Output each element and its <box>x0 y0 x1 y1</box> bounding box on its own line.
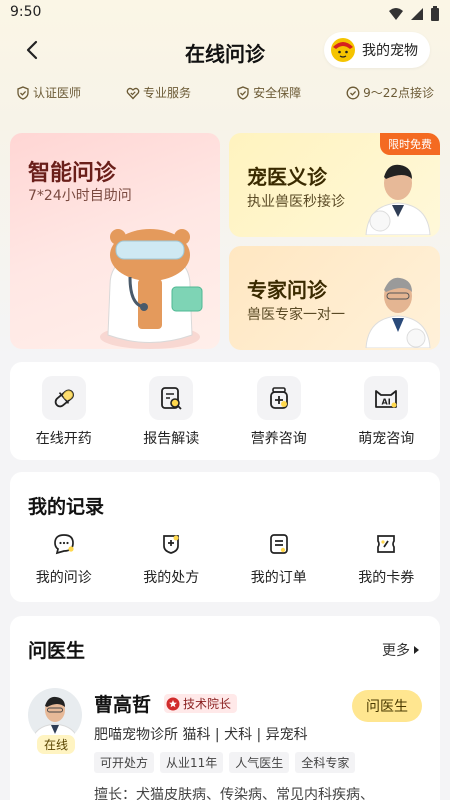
doctor-rank-badge: 技术院长 <box>164 694 238 713</box>
nav-bar: 在线问诊 我的宠物 <box>0 30 450 70</box>
doctor-tags: 可开处方 从业11年 人气医生 全科专家 <box>94 752 356 773</box>
smart-consult-banner[interactable]: 智能问诊 7*24小时自助问 <box>10 133 220 349</box>
bear-doctor-mascot-icon <box>100 229 203 349</box>
banner-subtitle: 执业兽医秒接诊 <box>247 194 345 210</box>
caret-right-icon <box>414 646 419 654</box>
doctor-rank-label: 技术院长 <box>183 697 232 711</box>
prescription-shield-icon <box>157 530 185 558</box>
badge-label: 安全保障 <box>253 86 302 100</box>
doctor-clinic-info: 肥喵宠物诊所 猫科 | 犬科 | 异宠科 <box>94 727 308 743</box>
services-card: 在线开药 报告解读 营养咨询 AI 萌宠咨询 <box>10 362 440 460</box>
badge-label: 认证医师 <box>33 86 82 100</box>
record-label: 我的处方 <box>143 570 200 586</box>
doctor-tag: 从业11年 <box>160 752 224 773</box>
badge-label: 专业服务 <box>143 86 192 100</box>
badge-hours: 9～22点接诊 <box>346 84 434 101</box>
banner-subtitle: 7*24小时自助问 <box>28 188 132 204</box>
record-label: 我的问诊 <box>35 570 92 586</box>
record-my-prescriptions[interactable]: 我的处方 <box>121 530 221 587</box>
my-pet-label: 我的宠物 <box>362 43 418 59</box>
check-circle-icon <box>346 86 360 99</box>
record-my-orders[interactable]: 我的订单 <box>229 530 329 587</box>
online-status-badge: 在线 <box>36 734 77 755</box>
trust-badges: 认证医师 专业服务 安全保障 9～22点接诊 <box>16 84 434 101</box>
order-list-icon <box>265 530 293 558</box>
service-report-reading[interactable]: 报告解读 <box>121 376 221 448</box>
ask-doctor-button[interactable]: 问医生 <box>352 690 422 722</box>
my-records-card: 我的记录 我的问诊 我的处方 我的订单 我的卡券 <box>10 472 440 602</box>
coupon-icon <box>372 530 400 558</box>
pill-icon <box>41 376 86 420</box>
star-badge-icon <box>166 697 180 710</box>
service-online-medicine[interactable]: 在线开药 <box>14 376 114 448</box>
shield-check-icon <box>17 85 29 100</box>
free-vet-banner[interactable]: 限时免费 宠医义诊 执业兽医秒接诊 <box>229 133 440 237</box>
record-label: 我的订单 <box>250 570 307 586</box>
expert-doctor-photo-icon <box>365 277 431 348</box>
service-label: 报告解读 <box>143 431 200 447</box>
service-label: 萌宠咨询 <box>358 431 415 447</box>
doctor-name: 曹高哲 <box>94 694 152 716</box>
doctor-specialty: 擅长：犬猫皮肤病、传染病、常见内科疾病、 <box>94 787 374 800</box>
more-label: 更多 <box>382 643 410 659</box>
service-nutrition[interactable]: 营养咨询 <box>229 376 329 448</box>
doctor-tag: 人气医生 <box>229 752 290 773</box>
battery-icon <box>431 6 439 21</box>
banner-title: 智能问诊 <box>28 161 117 186</box>
banner-title: 专家问诊 <box>247 278 327 302</box>
badge-safety: 安全保障 <box>236 84 301 101</box>
free-tag: 限时免费 <box>380 133 440 155</box>
doctor-tag: 可开处方 <box>94 752 155 773</box>
my-pet-button[interactable]: 我的宠物 <box>324 32 430 68</box>
ask-doctor-card: 问医生 更多 在线 曹高哲 技术院长 问医生 肥喵宠物诊所 猫科 | 犬科 | … <box>10 616 440 800</box>
ask-doctor-title: 问医生 <box>28 640 86 662</box>
svg-text:AI: AI <box>382 398 391 407</box>
status-time: 9:50 <box>10 4 42 20</box>
nutrition-jar-icon <box>256 376 301 420</box>
service-label: 营养咨询 <box>250 431 307 447</box>
banner-title: 宠医义诊 <box>247 165 327 189</box>
doctor-tag: 全科专家 <box>295 752 356 773</box>
record-my-consults[interactable]: 我的问诊 <box>14 530 114 587</box>
status-icons <box>388 6 440 22</box>
pet-avatar-icon <box>331 38 355 62</box>
vet-doctor-photo-icon <box>365 164 431 235</box>
wifi-icon <box>389 8 403 20</box>
record-my-coupons[interactable]: 我的卡券 <box>336 530 436 587</box>
shield-check-icon <box>237 85 249 100</box>
chat-bubble-icon <box>50 530 78 558</box>
badge-label: 9～22点接诊 <box>363 86 434 100</box>
service-pet-consult[interactable]: AI 萌宠咨询 <box>336 376 436 448</box>
record-label: 我的卡券 <box>358 570 415 586</box>
badge-certified: 认证医师 <box>16 84 81 101</box>
more-doctors-link[interactable]: 更多 <box>382 640 420 660</box>
ai-cat-icon: AI <box>364 376 409 420</box>
report-search-icon <box>149 376 194 420</box>
records-title: 我的记录 <box>28 496 105 518</box>
signal-icon <box>411 8 423 20</box>
expert-consult-banner[interactable]: 专家问诊 兽医专家一对一 <box>229 246 440 350</box>
badge-professional: 专业服务 <box>126 84 191 101</box>
banner-subtitle: 兽医专家一对一 <box>247 307 345 323</box>
heart-check-icon <box>126 87 140 99</box>
status-bar: 9:50 <box>0 0 450 28</box>
service-label: 在线开药 <box>35 431 92 447</box>
